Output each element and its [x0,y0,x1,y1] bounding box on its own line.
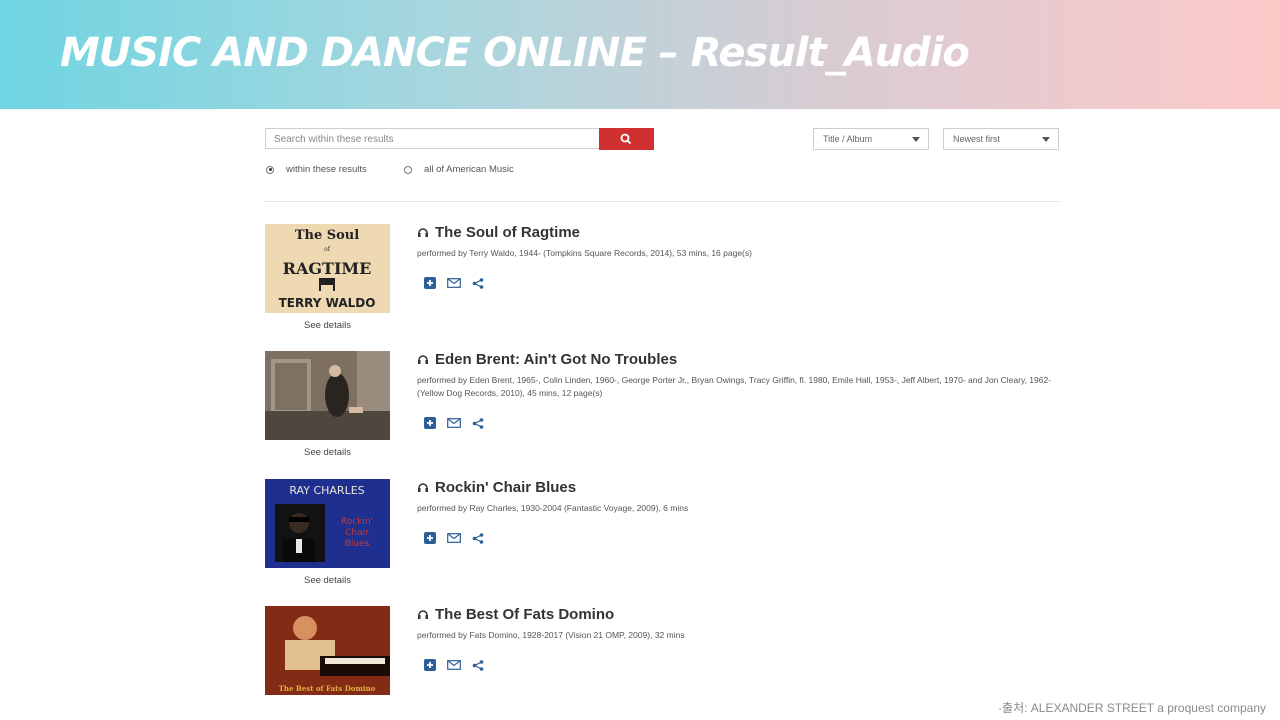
sort-field-value: Title / Album [823,134,873,144]
sort-order-select[interactable]: Newest first [943,128,1059,150]
see-details-link[interactable]: See details [265,575,390,586]
result-actions [423,277,485,289]
sort-order-value: Newest first [953,134,1001,144]
result-title[interactable]: The Best Of Fats Domino [435,606,614,623]
result-title-row[interactable]: The Best Of Fats Domino [417,606,614,623]
result-meta: performed by Terry Waldo, 1944- (Tompkin… [417,248,752,258]
headphones-icon [418,228,428,237]
add-to-playlist-icon[interactable] [423,417,437,429]
email-icon[interactable] [447,277,461,289]
album-cover[interactable]: RAY CHARLES Rockin' Chair Blues [265,479,390,568]
slide-title: MUSIC AND DANCE ONLINE – Result_Audio [60,30,970,76]
see-details-link[interactable]: See details [265,447,390,458]
result-title[interactable]: Eden Brent: Ain't Got No Troubles [435,351,677,368]
result-meta: performed by Eden Brent, 1965-, Colin Li… [417,375,1052,398]
result-meta: performed by Fats Domino, 1928-2017 (Vis… [417,630,685,640]
radio-label-within: within these results [286,164,367,175]
result-meta: performed by Ray Charles, 1930-2004 (Fan… [417,503,689,513]
result-actions [423,659,485,671]
add-to-playlist-icon[interactable] [423,277,437,289]
chevron-down-icon [1042,137,1050,142]
share-icon[interactable] [471,417,485,429]
add-to-playlist-icon[interactable] [423,532,437,544]
album-cover[interactable]: The Best of Fats Domino [265,606,390,695]
album-cover[interactable] [265,351,390,440]
see-details-link[interactable]: See details [265,320,390,331]
headphones-icon [418,483,428,492]
result-title[interactable]: Rockin' Chair Blues [435,479,576,496]
cover-text: RAGTIME [283,259,372,278]
cover-text: RAY CHARLES [289,484,364,497]
add-to-playlist-icon[interactable] [423,659,437,671]
cover-text: Rockin' [341,517,373,527]
radio-all-american-music[interactable]: all of American Music [404,164,514,175]
cover-text: TERRY WALDO [279,296,376,310]
email-icon[interactable] [447,532,461,544]
headphones-icon [418,610,428,619]
result-title-row[interactable]: The Soul of Ragtime [417,224,580,241]
share-icon[interactable] [471,532,485,544]
result-title[interactable]: The Soul of Ragtime [435,224,580,241]
email-icon[interactable] [447,659,461,671]
album-cover[interactable]: The Soul of RAGTIME TERRY WALDO [265,224,390,313]
radio-within-results[interactable]: within these results [266,164,367,175]
result-actions [423,417,485,429]
chevron-down-icon [912,137,920,142]
email-icon[interactable] [447,417,461,429]
radio-button[interactable] [404,165,412,174]
divider [265,201,1059,202]
search-button[interactable] [599,128,654,150]
cover-text: The Soul [295,228,359,243]
sort-field-select[interactable]: Title / Album [813,128,929,150]
share-icon[interactable] [471,659,485,671]
cover-text: of [324,246,331,253]
radio-label-all: all of American Music [424,164,514,175]
radio-button-checked[interactable] [266,165,274,174]
result-title-row[interactable]: Rockin' Chair Blues [417,479,576,496]
slide-header: MUSIC AND DANCE ONLINE – Result_Audio [0,0,1280,109]
cover-text: Chair [345,528,369,538]
headphones-icon [418,355,428,364]
result-actions [423,532,485,544]
source-credit: ·출처: ALEXANDER STREET a proquest company [998,701,1266,715]
result-title-row[interactable]: Eden Brent: Ain't Got No Troubles [417,351,677,368]
cover-text: Blues [345,539,370,549]
search-icon [620,133,632,145]
share-icon[interactable] [471,277,485,289]
cover-text: The Best of Fats Domino [279,684,376,693]
search-input[interactable]: Search within these results [265,128,599,149]
